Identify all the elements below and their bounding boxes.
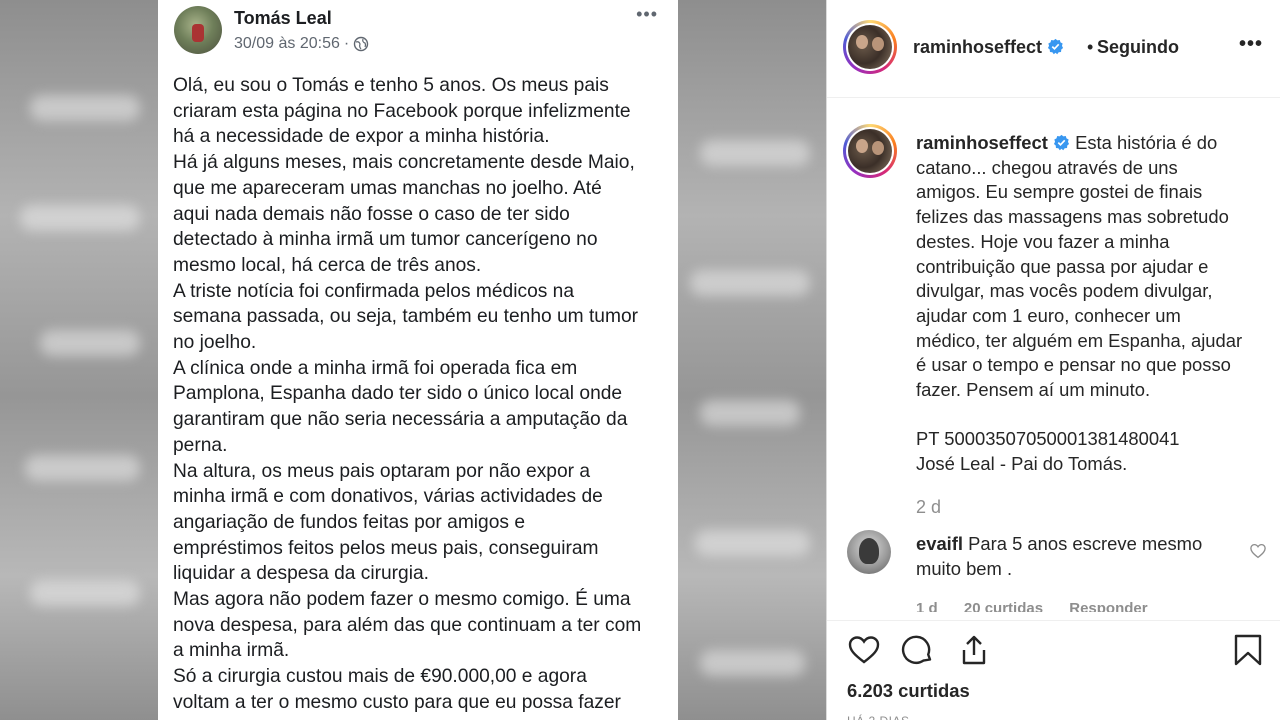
blurred-text — [700, 140, 810, 166]
header-username[interactable]: raminhoseffect — [913, 37, 1064, 58]
blurred-text — [40, 330, 140, 356]
facebook-timestamp: 30/09 às 20:56 — [234, 35, 340, 52]
more-horizontal-icon: ••• — [636, 4, 658, 24]
blurred-text — [695, 530, 810, 556]
profile-picture — [848, 129, 892, 173]
commenter-avatar[interactable] — [847, 530, 891, 574]
facebook-text-line: Pamplona, Espanha dado ter sido o único … — [173, 383, 623, 405]
comment-likes[interactable]: 20 curtidas — [964, 600, 1043, 612]
facebook-text-line: minha irmã e com donativos, várias activ… — [173, 486, 603, 508]
facebook-text-line: Só a cirurgia custou mais de €90.000,00 … — [173, 666, 587, 688]
facebook-text-line: há a necessidade de expor a minha histór… — [173, 126, 550, 148]
verified-badge-icon — [1047, 38, 1064, 55]
blurred-text — [700, 650, 805, 676]
divider — [827, 620, 1280, 621]
blurred-text — [25, 455, 140, 481]
more-options-button[interactable]: ••• — [1239, 33, 1263, 56]
facebook-author-name: Tomás Leal — [234, 8, 332, 28]
post-date: HÁ 2 DIAS — [847, 714, 910, 720]
caption-text-line: fazer. Pensem aí um minuto. — [916, 379, 1151, 401]
facebook-text-line: perna. — [173, 434, 228, 456]
facebook-post-text: Olá, eu sou o Tomás e tenho 5 anos. Os m… — [173, 73, 673, 716]
caption-username[interactable]: raminhoseffect — [916, 132, 1048, 153]
facebook-text-line: liquidar a despesa da cirurgia. — [173, 563, 429, 585]
facebook-text-line: semana passada, ou seja, também eu tenho… — [173, 306, 639, 328]
caption-text-line: catano... chegou através de uns — [916, 156, 1178, 178]
verified-badge-icon — [1053, 134, 1070, 151]
blurred-text — [700, 400, 800, 426]
caption-body: catano... chegou através de uns amigos. E… — [916, 156, 1276, 477]
facebook-post-screenshot: Tomás Leal 30/09 às 20:56 · ••• Olá, eu … — [158, 0, 678, 720]
caption-text-line: destes. Hoje vou fazer a minha — [916, 230, 1170, 252]
following-button[interactable]: Seguindo — [1097, 37, 1179, 58]
divider — [827, 97, 1280, 98]
caption-avatar[interactable] — [843, 124, 897, 178]
caption-text-line: PT 50003507050001381480041 — [916, 428, 1180, 450]
facebook-separator: · — [343, 35, 350, 52]
facebook-text-line: criaram esta página no Facebook porque i… — [173, 100, 631, 122]
caption-time: 2 d — [916, 497, 942, 517]
facebook-text-line: Há já alguns meses, mais concretamente d… — [173, 152, 635, 174]
facebook-post-meta: 30/09 às 20:56 · — [234, 35, 369, 53]
post-caption: raminhoseffect Esta história é do catano… — [916, 131, 1276, 477]
globe-icon — [354, 36, 369, 52]
comment-time: 1 d — [916, 600, 938, 612]
post-media[interactable]: Tomás Leal 30/09 às 20:56 · ••• Olá, eu … — [0, 0, 826, 720]
share-icon[interactable] — [957, 633, 991, 667]
caption-text-line: amigos. Eu sempre gostei de finais — [916, 181, 1203, 203]
bookmark-icon[interactable] — [1231, 633, 1265, 667]
facebook-text-line: Na altura, os meus pais optaram por não … — [173, 460, 591, 482]
caption-text-line: José Leal - Pai do Tomás. — [916, 453, 1128, 475]
caption-text-line: divulgar, mas vocês podem divulgar, — [916, 280, 1213, 302]
comment-text-line-2: muito bem . — [916, 557, 1013, 579]
comment-icon[interactable] — [901, 633, 935, 667]
facebook-text-line: garantiram que não seria necessária a am… — [173, 409, 628, 431]
facebook-text-line: nova despesa, para além das que continua… — [173, 614, 642, 636]
header-avatar[interactable] — [843, 20, 897, 74]
blurred-text — [690, 270, 810, 296]
facebook-author-avatar — [174, 6, 222, 54]
caption-first-line: Esta história é do — [1069, 132, 1218, 153]
caption-text-line: é usar o tempo e pensar no que posso — [916, 354, 1231, 376]
blurred-text — [20, 205, 140, 231]
instagram-post-view: Tomás Leal 30/09 às 20:56 · ••• Olá, eu … — [0, 0, 1280, 720]
comment: evaifl Para 5 anos escreve mesmo muito b… — [916, 532, 1236, 581]
facebook-text-line: no joelho. — [173, 332, 257, 354]
facebook-text-line: voltam a ter o mesmo custo para que eu p… — [173, 691, 621, 713]
blurred-text — [30, 580, 140, 606]
comment-reply-button[interactable]: Responder — [1069, 600, 1147, 612]
facebook-text-line: A clínica onde a minha irmã foi operada … — [173, 357, 578, 379]
blurred-text — [30, 95, 140, 121]
caption-text-line: contribuição que passa por ajudar e — [916, 255, 1209, 277]
header-username-text[interactable]: raminhoseffect — [913, 37, 1042, 57]
caption-text-line — [916, 403, 1276, 428]
comment-text-line-1: Para 5 anos escreve mesmo — [963, 533, 1203, 554]
facebook-text-line: Mas agora não podem fazer o mesmo comigo… — [173, 589, 631, 611]
heart-icon[interactable] — [847, 633, 881, 667]
facebook-text-line: aqui nada demais não fosse o caso de ter… — [173, 203, 570, 225]
facebook-text-line: A triste notícia foi confirmada pelos mé… — [173, 280, 575, 302]
caption-text-line: médico, ter alguém em Espanha, ajudar — [916, 329, 1243, 351]
facebook-text-line: mesmo local, há cerca de três anos. — [173, 254, 482, 276]
facebook-text-line: angariação de fundos feitas por amigos e — [173, 511, 525, 533]
caption-text-line: felizes das massagens mas sobretudo — [916, 206, 1229, 228]
comment-meta: 1 d 20 curtidas Responder — [916, 600, 1170, 612]
facebook-text-line: Olá, eu sou o Tomás e tenho 5 anos. Os m… — [173, 75, 609, 96]
facebook-text-line: que me apareceram umas manchas no joelho… — [173, 177, 602, 199]
comment-like-heart-icon[interactable] — [1249, 542, 1267, 560]
header-dot: • — [1087, 37, 1094, 57]
facebook-text-line: a minha irmã. — [173, 640, 290, 662]
facebook-text-line: detectado à minha irmã um tumor canceríg… — [173, 229, 598, 251]
likes-count[interactable]: 6.203 curtidas — [847, 680, 970, 702]
caption-text-line: ajudar com 1 euro, conhecer um — [916, 304, 1181, 326]
post-details-panel: raminhoseffect • Seguindo ••• raminhosef… — [826, 0, 1280, 720]
facebook-text-line: empréstimos feitos pelos meus pais, cons… — [173, 537, 599, 559]
comment-username[interactable]: evaifl — [916, 533, 963, 554]
profile-picture — [848, 25, 892, 69]
